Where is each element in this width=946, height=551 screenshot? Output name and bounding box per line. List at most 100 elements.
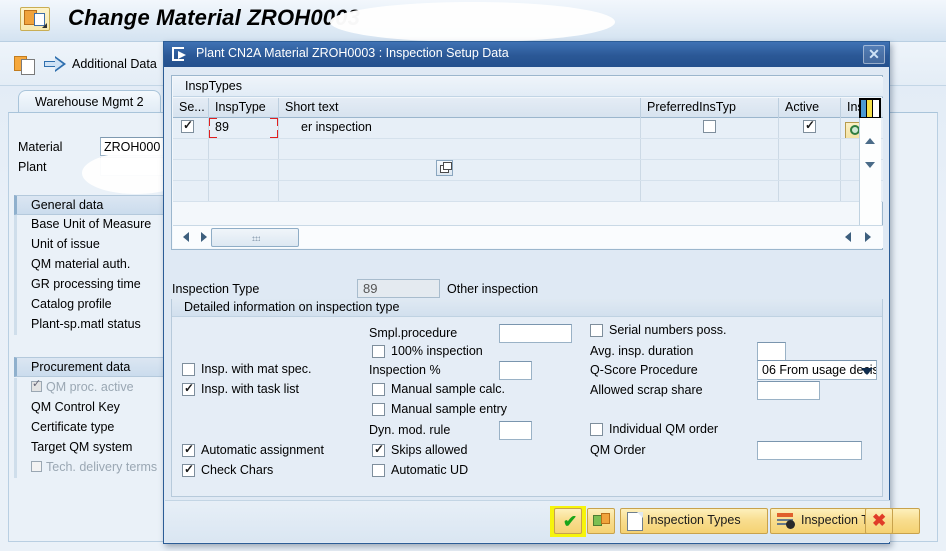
list-item-qm-material-auth[interactable]: QM material auth. (14, 255, 164, 275)
smpl-procedure-input[interactable] (499, 324, 572, 343)
table-vertical-scrollbar[interactable] (859, 118, 881, 228)
copy-window-overlay-icon (436, 160, 453, 176)
list-item-qm-control-key[interactable]: QM Control Key (14, 398, 164, 418)
row-insptype-value: 89 (215, 120, 229, 134)
active-checkbox[interactable] (803, 118, 816, 133)
scroll-down-icon[interactable] (860, 156, 880, 174)
list-item-base-unit-of-measure[interactable]: Base Unit of Measure (14, 215, 164, 235)
list-item-certificate-type[interactable]: Certificate type (14, 418, 164, 438)
automatic-assignment-label: Automatic assignment (201, 443, 324, 457)
table-row[interactable] (173, 181, 883, 202)
tech-delivery-terms-checkbox (31, 461, 42, 472)
manual-sample-calc-checkbox[interactable] (372, 383, 385, 396)
scroll-right-end-icon[interactable] (859, 228, 879, 246)
column-header-active[interactable]: Active (779, 98, 841, 118)
check-chars-label: Check Chars (201, 463, 274, 477)
row-short-text-cell[interactable]: er inspection (279, 118, 641, 138)
inspection-pct-input[interactable] (499, 361, 532, 380)
chevron-down-icon[interactable] (861, 368, 873, 375)
automatic-ud-label: Automatic UD (391, 463, 469, 477)
inspection-type-label: Inspection Type (172, 282, 260, 296)
column-header-insptype[interactable]: InspType (209, 98, 279, 118)
manual-sample-entry-label: Manual sample entry (391, 402, 508, 416)
individual-qm-order-checkbox[interactable] (590, 423, 603, 436)
allowed-scrap-share-input[interactable] (757, 381, 820, 400)
automatic-ud-checkbox[interactable] (372, 464, 385, 477)
cancel-button[interactable]: ✖ (865, 508, 893, 534)
table-row[interactable] (173, 160, 883, 181)
avg-insp-duration-input[interactable] (757, 342, 786, 361)
dialog-footer-toolbar: ✔ Inspection Types Inspection Type ✖ (165, 500, 920, 542)
redaction-blob-title (330, 2, 615, 42)
table-row[interactable] (173, 139, 883, 160)
list-detail-icon-4 (786, 520, 795, 529)
qm-order-input[interactable] (757, 441, 862, 460)
page-title: Change Material ZROH0003 (68, 5, 361, 30)
insp-with-task-list-checkbox[interactable] (182, 380, 195, 396)
list-item-target-qm-system[interactable]: Target QM system (14, 438, 164, 458)
smpl-procedure-label: Smpl.procedure (369, 326, 458, 340)
check-chars-checkbox[interactable] (182, 461, 195, 477)
list-detail-icon (777, 513, 793, 517)
list-item-label: Tech. delivery terms (46, 460, 158, 474)
row-active-cell[interactable] (779, 118, 841, 138)
manual-sample-entry-checkbox[interactable] (372, 403, 385, 416)
dialog-title-bar[interactable]: Plant CN2A Material ZROH0003 : Inspectio… (164, 42, 889, 67)
row-select-checkbox[interactable] (181, 118, 194, 133)
scroll-left-icon[interactable] (177, 228, 197, 246)
individual-qm-order-label: Individual QM order (609, 422, 719, 436)
insp-with-mat-spec-checkbox[interactable] (182, 363, 195, 376)
inspection-type-description: Other inspection (447, 282, 539, 296)
column-header-short-text[interactable]: Short text (279, 98, 641, 118)
manual-sample-calc-label: Manual sample calc. (391, 382, 505, 396)
table-caption: InspTypes (173, 77, 883, 97)
copy-icon-2 (601, 513, 610, 524)
column-header-preferred-instyp[interactable]: PreferredInsTyp (641, 98, 779, 118)
serial-numbers-poss-checkbox[interactable] (590, 324, 603, 337)
scroll-left-end-icon[interactable] (839, 228, 859, 246)
inspection-type-value: 89 (357, 279, 440, 298)
row-short-text-value: er inspection (301, 120, 372, 134)
q-score-procedure-combo[interactable]: 06 From usage decis_ (757, 360, 877, 380)
insp-with-mat-spec-label: Insp. with mat spec. (201, 362, 312, 376)
qm-order-label: QM Order (590, 443, 646, 457)
column-header-select[interactable]: Se... (173, 98, 209, 118)
preferred-instyp-checkbox[interactable] (703, 120, 716, 133)
inspection-pct-label: Inspection % (369, 363, 441, 377)
skips-allowed-checkbox[interactable] (372, 441, 385, 457)
list-item-plant-sp-matl-status[interactable]: Plant-sp.matl status (14, 315, 164, 335)
list-item-unit-of-issue[interactable]: Unit of issue (14, 235, 164, 255)
red-x-icon: ✖ (872, 511, 887, 530)
list-item-gr-processing-time[interactable]: GR processing time (14, 275, 164, 295)
table-row[interactable]: 89 er inspection (173, 118, 883, 139)
table-horizontal-scrollbar[interactable] (173, 225, 883, 248)
automatic-assignment-checkbox[interactable] (182, 441, 195, 457)
close-icon[interactable]: ✕ (863, 45, 885, 64)
selection-marker-icon (270, 130, 278, 138)
plant-field-label: Plant (18, 160, 47, 174)
sap-material-icon[interactable] (20, 7, 50, 31)
continue-button[interactable]: ✔ (554, 508, 582, 534)
scroll-up-icon[interactable] (860, 132, 880, 150)
dyn-mod-rule-input[interactable] (499, 421, 532, 440)
green-check-icon: ✔ (563, 512, 578, 531)
inspection-types-button[interactable]: Inspection Types (620, 508, 768, 534)
tab-warehouse-mgmt-2[interactable]: Warehouse Mgmt 2 (18, 90, 161, 114)
list-item-label: QM proc. active (46, 380, 134, 394)
document-icon (627, 512, 643, 531)
row-preferred-cell[interactable] (641, 118, 779, 138)
list-item-catalog-profile[interactable]: Catalog profile (14, 295, 164, 315)
horizontal-scroll-thumb[interactable] (211, 228, 299, 247)
dyn-mod-rule-label: Dyn. mod. rule (369, 423, 451, 437)
additional-data-button[interactable]: Additional Data (72, 57, 157, 71)
copy-button[interactable] (587, 508, 615, 534)
insp-types-table: InspTypes Se... InspType Short text Pref… (171, 75, 883, 250)
column-settings-icon[interactable] (859, 98, 881, 118)
inspection-100-checkbox[interactable] (372, 345, 385, 358)
dialog-title: Plant CN2A Material ZROH0003 : Inspectio… (196, 46, 509, 60)
row-select-cell[interactable] (173, 118, 209, 138)
inspection-type-button[interactable]: Inspection Type (770, 508, 920, 534)
row-insptype-cell[interactable]: 89 (209, 118, 279, 138)
material-field-label: Material (18, 140, 63, 154)
selection-marker-icon (270, 118, 278, 126)
